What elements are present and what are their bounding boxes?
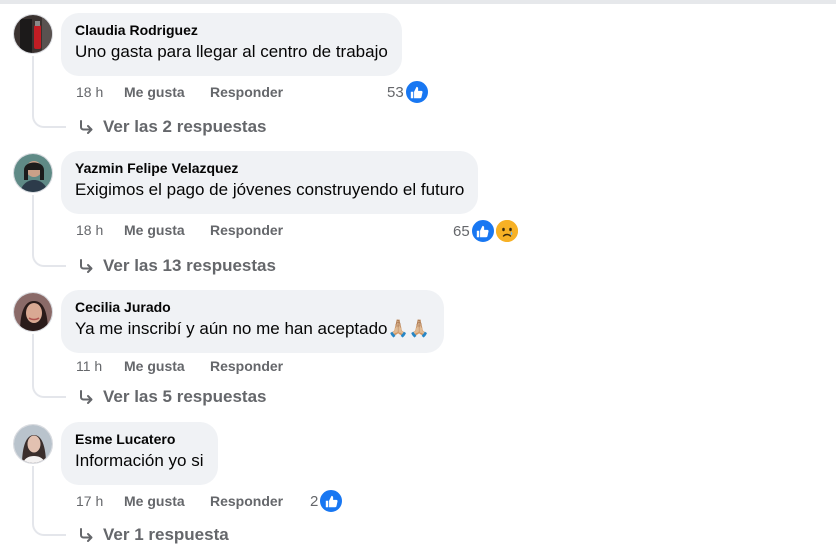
avatar-image [14, 15, 52, 53]
comment-author[interactable]: Claudia Rodriguez [75, 21, 388, 39]
reaction-count: 2 [310, 492, 319, 510]
avatar[interactable] [13, 424, 53, 464]
view-replies-label: Ver las 13 respuestas [103, 256, 276, 275]
like-icon [469, 218, 496, 244]
comment-bubble: Claudia Rodriguez Uno gasta para llegar … [61, 13, 402, 76]
thread-line [32, 56, 66, 128]
view-replies-link[interactable]: Ver las 13 respuestas [78, 256, 276, 276]
view-replies-link[interactable]: Ver las 2 respuestas [78, 117, 267, 137]
like-icon [318, 488, 345, 514]
top-divider [0, 0, 836, 4]
comment-bubble: Yazmin Felipe Velazquez Exigimos el pago… [61, 151, 479, 214]
sad-face-icon [493, 218, 520, 244]
comment-author[interactable]: Yazmin Felipe Velazquez [75, 159, 464, 177]
comment-text: Información yo si [75, 451, 204, 470]
view-replies-link[interactable]: Ver 1 respuesta [78, 525, 229, 545]
like-button[interactable]: Me gusta [124, 357, 185, 375]
reply-button[interactable]: Responder [210, 83, 283, 101]
comment-bubble: Esme Lucatero Información yo si [61, 422, 218, 485]
reply-button[interactable]: Responder [210, 357, 283, 375]
avatar-image [14, 293, 52, 331]
view-replies-link[interactable]: Ver las 5 respuestas [78, 387, 267, 407]
thread-line [32, 466, 66, 536]
avatar[interactable] [13, 153, 53, 193]
reaction-summary[interactable]: 2 [310, 488, 345, 514]
view-replies-label: Ver 1 respuesta [103, 525, 229, 544]
reaction-count: 53 [387, 83, 404, 101]
comment-text: Uno gasta para llegar al centro de traba… [75, 42, 388, 61]
comment-bubble: Cecilia Jurado Ya me inscribí y aún no m… [61, 290, 444, 353]
avatar-image [14, 154, 52, 192]
avatar-image [14, 425, 52, 463]
reply-arrow-icon [78, 258, 94, 274]
comment-text: Ya me inscribí y aún no me han aceptado🙏… [75, 319, 430, 338]
reply-arrow-icon [78, 389, 94, 405]
reply-arrow-icon [78, 119, 94, 135]
reaction-summary[interactable]: 65 [453, 218, 520, 244]
comment-time[interactable]: 11 h [76, 357, 102, 375]
thread-line [32, 195, 66, 267]
reaction-summary[interactable]: 53 [387, 79, 430, 105]
reply-button[interactable]: Responder [210, 492, 283, 510]
comment-time[interactable]: 17 h [76, 492, 103, 510]
like-button[interactable]: Me gusta [124, 221, 185, 239]
view-replies-label: Ver las 2 respuestas [103, 117, 267, 136]
reply-button[interactable]: Responder [210, 221, 283, 239]
like-icon [403, 79, 430, 105]
comment-text: Exigimos el pago de jóvenes construyendo… [75, 180, 465, 199]
like-button[interactable]: Me gusta [124, 83, 185, 101]
comment-time[interactable]: 18 h [76, 221, 103, 239]
thread-line [32, 334, 66, 398]
reply-arrow-icon [78, 527, 94, 543]
avatar[interactable] [13, 14, 53, 54]
like-button[interactable]: Me gusta [124, 492, 185, 510]
reaction-count: 65 [453, 222, 470, 240]
comment-author[interactable]: Esme Lucatero [75, 430, 204, 448]
comment-time[interactable]: 18 h [76, 83, 103, 101]
view-replies-label: Ver las 5 respuestas [103, 387, 267, 406]
avatar[interactable] [13, 292, 53, 332]
comment-author[interactable]: Cecilia Jurado [75, 298, 430, 316]
